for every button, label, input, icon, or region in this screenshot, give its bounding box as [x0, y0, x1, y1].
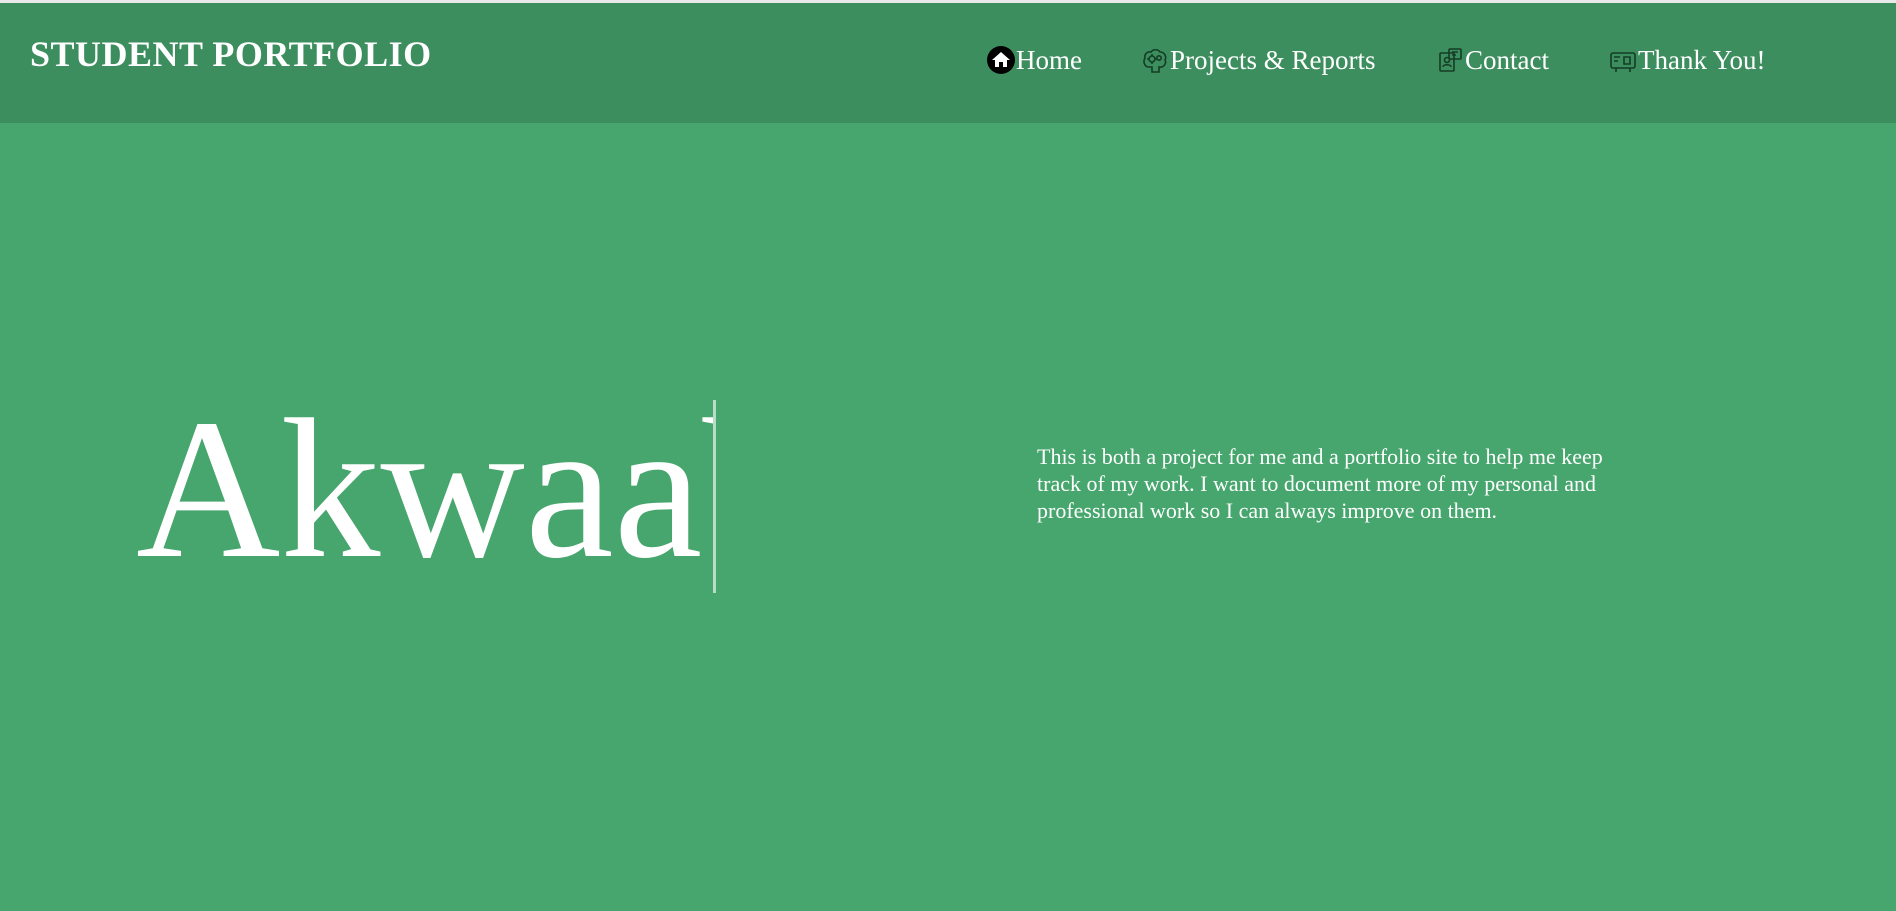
main-nav: Home Projects & Reports Contact Thank Yo… [0, 41, 1896, 81]
nav-thank-you-link[interactable]: Thank You! [1608, 41, 1766, 79]
intro-paragraph: This is both a project for me and a port… [1037, 444, 1603, 523]
nav-home-link[interactable]: Home [986, 41, 1082, 79]
typed-greeting: Akwaab [136, 398, 716, 593]
nav-contact-label: Contact [1465, 44, 1549, 75]
typing-caret [713, 400, 716, 593]
site-header: STUDENT PORTFOLIO Home Projects & Report… [0, 3, 1896, 123]
hero-section: Akwaab This is both a project for me and… [0, 123, 1896, 911]
brain-gears-icon [1140, 45, 1170, 75]
typed-greeting-container: Akwaab [136, 398, 716, 593]
nav-thank-you-label: Thank You! [1638, 44, 1766, 75]
nav-home-label: Home [1016, 44, 1082, 75]
home-icon [986, 45, 1016, 75]
nav-projects-label: Projects & Reports [1170, 44, 1376, 75]
nav-projects-link[interactable]: Projects & Reports [1140, 41, 1375, 79]
thank-you-card-icon [1608, 45, 1638, 75]
contact-card-icon [1435, 45, 1465, 75]
nav-contact-link[interactable]: Contact [1435, 41, 1549, 79]
